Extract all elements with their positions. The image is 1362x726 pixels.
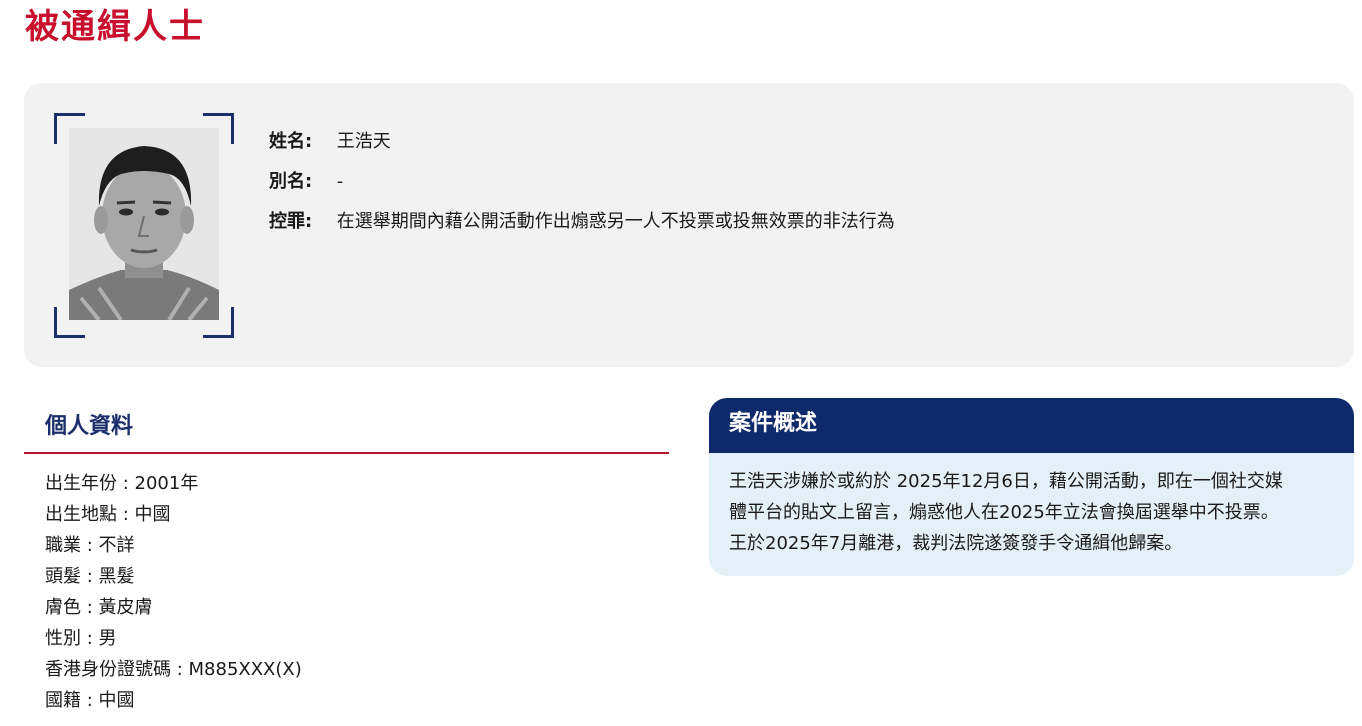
suspect-photo <box>69 128 219 320</box>
case-summary-card: 案件概述 王浩天涉嫌於或約於 2025年12月6日，藉公開活動，即在一個社交媒 … <box>709 398 1354 576</box>
page-title: 被通緝人士 <box>25 7 205 47</box>
case-summary-heading: 案件概述 <box>709 398 1354 453</box>
charge-row: 控罪: 在選舉期間內藉公開活動作出煽惑另一人不投票或投無效票的非法行為 <box>269 208 895 248</box>
detail-nationality: 國籍 : 中國 <box>45 690 135 711</box>
detail-birth-place: 出生地點 : 中國 <box>45 504 171 525</box>
detail-skin: 膚色 : 黃皮膚 <box>45 597 153 618</box>
case-summary-line: 王浩天涉嫌於或約於 2025年12月6日，藉公開活動，即在一個社交媒 <box>729 471 1283 492</box>
section-divider <box>24 452 669 454</box>
case-summary-line: 體平台的貼文上留言，煽惑他人在2025年立法會換屆選舉中不投票。 <box>729 502 1279 523</box>
detail-sex: 性別 : 男 <box>45 628 117 649</box>
portrait-image <box>69 128 219 320</box>
personal-info-heading: 個人資料 <box>45 414 134 439</box>
charge-value: 在選舉期間內藉公開活動作出煽惑另一人不投票或投無效票的非法行為 <box>336 211 895 232</box>
detail-birth-year: 出生年份 : 2001年 <box>45 473 199 494</box>
detail-occupation: 職業 : 不詳 <box>45 535 135 556</box>
alias-label: 別名: <box>269 171 313 192</box>
case-summary-line: 王於2025年7月離港，裁判法院遂簽發手令通緝他歸案。 <box>729 533 1183 554</box>
alias-value: - <box>336 171 344 192</box>
case-summary-body: 王浩天涉嫌於或約於 2025年12月6日，藉公開活動，即在一個社交媒 體平台的貼… <box>709 453 1354 559</box>
name-row: 姓名: 王浩天 <box>269 128 895 168</box>
photo-frame <box>54 113 234 338</box>
personal-details-list: 出生年份 : 2001年 出生地點 : 中國 職業 : 不詳 頭髮 : 黑髮 膚… <box>45 470 302 718</box>
alias-row: 別名: - <box>269 168 895 208</box>
wanted-person-card: 姓名: 王浩天 別名: - 控罪: 在選舉期間內藉公開活動作出煽惑另一人不投票或… <box>24 83 1354 367</box>
detail-hkid: 香港身份證號碼 : M885XXX(X) <box>45 659 302 680</box>
detail-hair: 頭髮 : 黑髮 <box>45 566 135 587</box>
personal-info-section: 個人資料 出生年份 : 2001年 出生地點 : 中國 職業 : 不詳 頭髮 :… <box>24 398 669 711</box>
charge-label: 控罪: <box>269 211 313 232</box>
name-label: 姓名: <box>269 131 313 152</box>
name-value: 王浩天 <box>336 131 391 152</box>
profile-info: 姓名: 王浩天 別名: - 控罪: 在選舉期間內藉公開活動作出煽惑另一人不投票或… <box>269 128 895 248</box>
